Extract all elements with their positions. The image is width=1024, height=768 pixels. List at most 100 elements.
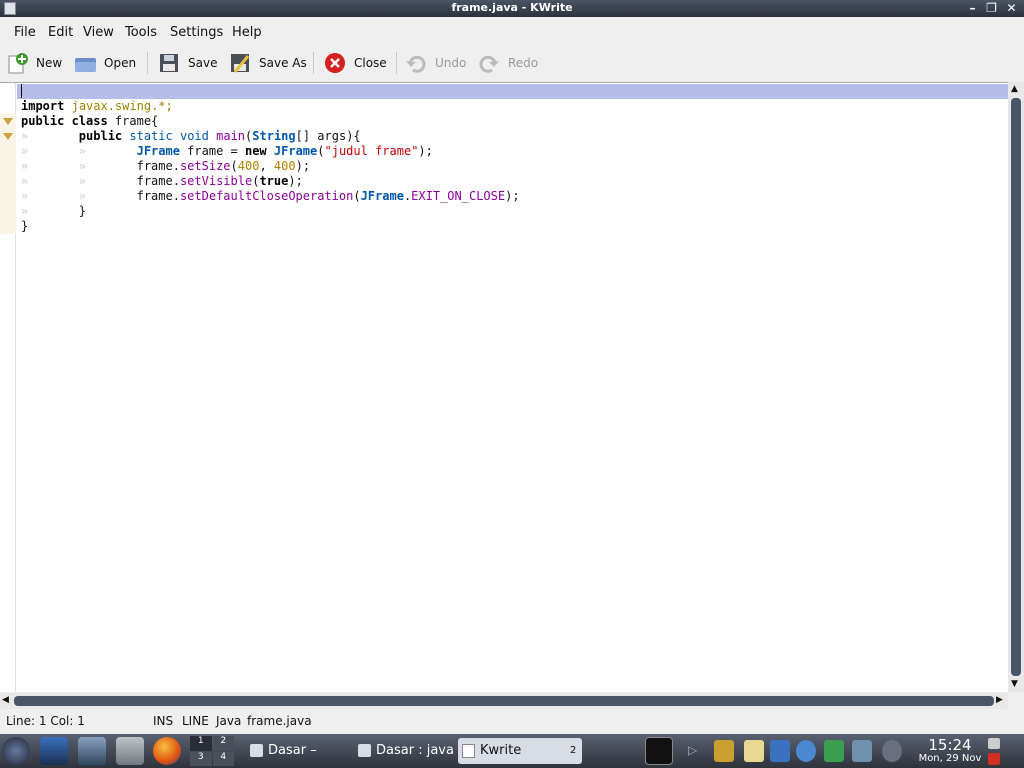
vertical-scrollbar[interactable]: ▲ ▼ <box>1008 82 1024 692</box>
horizontal-scrollbar[interactable]: ◀ ▶ <box>0 693 1008 709</box>
undo-icon <box>405 52 427 74</box>
close-window-icon[interactable]: ✕ <box>1004 1 1019 16</box>
clipboard-icon[interactable] <box>744 740 764 762</box>
window-title: frame.java - KWrite <box>451 1 573 14</box>
code-area[interactable]: import javax.swing.*; public class frame… <box>21 83 1008 263</box>
maximize-icon[interactable]: ❐ <box>984 1 999 16</box>
desktop-pager: 1 2 3 4 <box>190 736 234 766</box>
file-name: frame.java <box>247 714 312 728</box>
menu-tools[interactable]: Tools <box>125 25 157 40</box>
desktop-2[interactable]: 2 <box>212 736 234 751</box>
scroll-right-icon[interactable]: ▶ <box>996 695 1003 705</box>
open-label: Open <box>104 56 137 70</box>
new-document-icon <box>6 52 28 74</box>
status-bar: Line: 1 Col: 1 INS LINE Java frame.java <box>0 711 1024 731</box>
save-label: Save <box>188 56 218 70</box>
code-line: » » JFrame frame = new JFrame("judul fra… <box>21 144 433 158</box>
vertical-scroll-thumb[interactable] <box>1011 98 1021 676</box>
insert-mode[interactable]: INS <box>153 714 173 728</box>
minimize-icon[interactable]: – <box>965 1 980 16</box>
logout-icon[interactable] <box>988 753 1000 765</box>
menu-file[interactable]: File <box>14 25 36 40</box>
battery-icon[interactable] <box>852 740 872 762</box>
fold-marker-icon[interactable] <box>3 118 13 125</box>
clock-time[interactable]: 15:24 <box>915 736 985 754</box>
save-as-icon <box>229 52 251 74</box>
updates-icon[interactable] <box>796 740 816 762</box>
kwrite-icon <box>462 744 475 758</box>
editor-gutter <box>0 83 16 692</box>
main-toolbar: New Open Save Save As Close Undo Redo <box>0 46 1024 78</box>
undo-button[interactable]: Undo <box>405 49 466 77</box>
scroll-up-icon[interactable]: ▲ <box>1011 84 1018 94</box>
close-label: Close <box>354 56 387 70</box>
toolbar-separator <box>313 52 314 74</box>
kde-menu-icon[interactable] <box>2 737 30 765</box>
open-folder-icon <box>74 52 96 74</box>
scroll-left-icon[interactable]: ◀ <box>2 695 9 705</box>
horizontal-scroll-thumb[interactable] <box>14 696 994 706</box>
code-line: » } <box>21 204 87 218</box>
code-line: » public static void main(String[] args)… <box>21 129 361 143</box>
code-line <box>21 84 22 99</box>
desktop-4[interactable]: 4 <box>212 751 234 766</box>
new-button[interactable]: New <box>6 49 62 77</box>
desktop-icon[interactable] <box>40 737 68 765</box>
volume-icon[interactable] <box>714 740 734 762</box>
fold-region <box>0 114 16 234</box>
taskbar: 1 2 3 4 Dasar – Dolphin Dasar : java Kwr… <box>0 734 1024 768</box>
selection-mode[interactable]: LINE <box>182 714 209 728</box>
code-line: » » frame.setVisible(true); <box>21 174 303 188</box>
cursor-position: Line: 1 Col: 1 <box>6 714 85 728</box>
code-line: public class frame{ <box>21 114 159 128</box>
close-document-icon <box>324 52 346 74</box>
code-line: } <box>21 219 29 233</box>
menu-view[interactable]: View <box>83 25 114 40</box>
task-kwrite[interactable]: Kwrite 2 <box>458 738 582 764</box>
tray-expand-icon[interactable]: ▷ <box>688 743 697 757</box>
new-label: New <box>36 56 63 70</box>
save-as-button[interactable]: Save As <box>229 49 307 77</box>
task-dolphin[interactable]: Dasar – Dolphin <box>246 738 358 764</box>
code-line: import javax.swing.*; <box>21 99 173 113</box>
toolbar-separator <box>396 52 397 74</box>
task-kwrite-label: Kwrite <box>480 743 522 758</box>
clock-date[interactable]: Mon, 29 Nov <box>912 753 988 764</box>
title-bar[interactable]: frame.java - KWrite – ❐ ✕ <box>0 0 1024 17</box>
open-button[interactable]: Open <box>74 49 136 77</box>
fold-marker-icon[interactable] <box>3 133 13 140</box>
desktop-1[interactable]: 1 <box>190 736 212 751</box>
code-line: » » frame.setSize(400, 400); <box>21 159 311 173</box>
menu-bar: File Edit View Tools Settings Help <box>0 22 1024 44</box>
file-type: Java <box>216 714 242 728</box>
computer-icon[interactable] <box>78 737 106 765</box>
code-editor[interactable]: import javax.swing.*; public class frame… <box>0 82 1008 692</box>
lock-icon[interactable] <box>988 738 1000 749</box>
menu-settings[interactable]: Settings <box>170 25 223 40</box>
konsole-icon <box>358 744 371 757</box>
task-konsole[interactable]: Dasar : java <box>354 738 454 764</box>
menu-edit[interactable]: Edit <box>48 25 73 40</box>
undo-label: Undo <box>435 56 467 70</box>
save-button[interactable]: Save <box>158 49 217 77</box>
system-settings-icon[interactable] <box>116 737 144 765</box>
toolbar-separator <box>147 52 148 74</box>
task-kwrite-count: 2 <box>570 745 577 756</box>
terminal-icon[interactable] <box>645 737 673 765</box>
task-dolphin-label: Dasar – Dolphin <box>268 743 317 758</box>
dolphin-icon <box>250 744 263 757</box>
menu-help[interactable]: Help <box>232 25 262 40</box>
code-line: » » frame.setDefaultCloseOperation(JFram… <box>21 189 520 203</box>
calendar-icon[interactable] <box>824 740 844 762</box>
floppy-disk-icon <box>158 52 180 74</box>
network-icon[interactable] <box>770 740 790 762</box>
close-button[interactable]: Close <box>324 49 387 77</box>
redo-icon <box>478 52 500 74</box>
firefox-icon[interactable] <box>153 737 181 765</box>
task-konsole-label: Dasar : java <box>376 743 454 758</box>
redo-button[interactable]: Redo <box>478 49 538 77</box>
scroll-down-icon[interactable]: ▼ <box>1011 679 1018 689</box>
desktop-3[interactable]: 3 <box>190 751 212 766</box>
save-as-label: Save As <box>259 56 307 70</box>
info-icon[interactable] <box>882 740 902 762</box>
